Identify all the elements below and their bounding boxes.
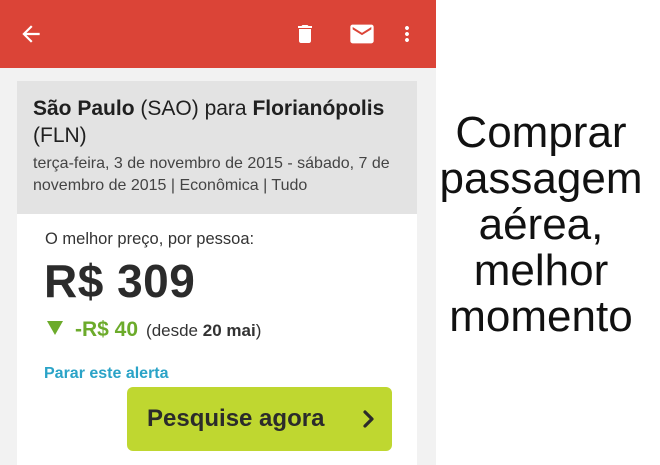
price-drop-since: (desde 20 mai) <box>146 321 261 341</box>
caption-line: momento <box>449 292 633 341</box>
caption-text: Comprar passagem aérea, melhor momento <box>430 110 652 340</box>
trip-dates: terça-feira, 3 de novembro de 2015 - sáb… <box>33 155 390 194</box>
since-date: 20 mai <box>202 321 256 340</box>
search-now-label: Pesquise agora <box>147 405 325 432</box>
app-bar <box>0 0 436 68</box>
phone-screen: São Paulo (SAO) para Florianópolis (FLN)… <box>0 0 436 465</box>
origin-city: São Paulo <box>33 97 135 120</box>
best-price-label: O melhor preço, por pessoa: <box>45 230 255 248</box>
price-drop-amount: -R$ 40 <box>75 318 139 341</box>
delete-icon <box>298 25 312 43</box>
stop-alert-link[interactable]: Parar este alerta <box>44 365 169 383</box>
search-now-button[interactable]: Pesquise agora <box>127 387 392 451</box>
mark-unread-button[interactable] <box>342 14 382 54</box>
more-options-button[interactable] <box>387 14 427 54</box>
arrow-back-icon <box>22 25 40 43</box>
destination-city: Florianópolis <box>252 97 385 120</box>
price-card: O melhor preço, por pessoa: R$ 309 -R$ 4… <box>17 214 417 465</box>
route-connector: para <box>204 97 247 120</box>
best-price-value: R$ 309 <box>44 255 196 307</box>
price-drop: -R$ 40 (desde 20 mai) <box>47 318 261 342</box>
chevron-right-icon <box>363 410 374 428</box>
caption-line: Comprar <box>455 108 627 157</box>
caption-line: melhor <box>473 246 609 295</box>
destination-code: (FLN) <box>33 124 87 147</box>
since-suffix: ) <box>255 321 262 340</box>
down-arrow-icon <box>47 321 63 335</box>
origin-code: (SAO) <box>140 97 199 120</box>
back-button[interactable] <box>11 14 51 54</box>
caption-line: aérea, <box>478 200 604 249</box>
trip-route: São Paulo (SAO) para Florianópolis (FLN) <box>33 95 401 149</box>
delete-button[interactable] <box>285 14 325 54</box>
trip-header: São Paulo (SAO) para Florianópolis (FLN)… <box>17 81 417 214</box>
caption-line: passagem <box>439 154 643 203</box>
mail-icon <box>350 24 374 44</box>
since-prefix: (desde <box>146 321 199 340</box>
more-vert-icon <box>405 26 409 42</box>
